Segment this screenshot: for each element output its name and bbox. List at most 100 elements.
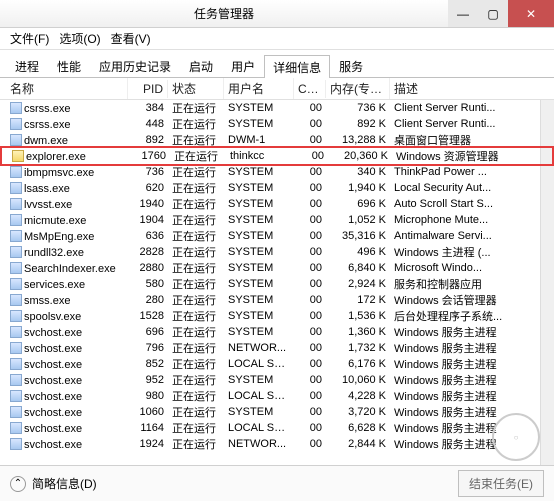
tab-3[interactable]: 启动 bbox=[180, 54, 222, 77]
cell-pid: 1164 bbox=[128, 422, 168, 434]
tab-4[interactable]: 用户 bbox=[222, 54, 264, 77]
cell-user: SYSTEM bbox=[224, 326, 294, 338]
table-row[interactable]: explorer.exe1760正在运行thinkcc0020,360 KWin… bbox=[0, 146, 554, 166]
cell-pid: 448 bbox=[128, 118, 168, 130]
table-row[interactable]: lsass.exe620正在运行SYSTEM001,940 KLocal Sec… bbox=[0, 180, 554, 196]
table-row[interactable]: svchost.exe1924正在运行NETWOR...002,844 KWin… bbox=[0, 436, 554, 452]
process-icon bbox=[10, 294, 22, 306]
table-row[interactable]: svchost.exe1164正在运行LOCAL SE...006,628 KW… bbox=[0, 420, 554, 436]
table-row[interactable]: spoolsv.exe1528正在运行SYSTEM001,536 K后台处理程序… bbox=[0, 308, 554, 324]
table-row[interactable]: svchost.exe980正在运行LOCAL SE...004,228 KWi… bbox=[0, 388, 554, 404]
table-row[interactable]: svchost.exe952正在运行SYSTEM0010,060 KWindow… bbox=[0, 372, 554, 388]
cell-user: SYSTEM bbox=[224, 198, 294, 210]
maximize-button[interactable]: ▢ bbox=[478, 0, 508, 27]
cell-desc: Client Server Runti... bbox=[390, 118, 554, 130]
table-row[interactable]: micmute.exe1904正在运行SYSTEM001,052 KMicrop… bbox=[0, 212, 554, 228]
cell-pid: 2880 bbox=[128, 262, 168, 274]
minimize-button[interactable]: — bbox=[448, 0, 478, 27]
window-title: 任务管理器 bbox=[0, 5, 448, 22]
cell-name: svchost.exe bbox=[6, 406, 128, 419]
cell-user: thinkcc bbox=[226, 150, 296, 162]
cell-name: ibmpmsvc.exe bbox=[6, 166, 128, 179]
process-icon bbox=[10, 230, 22, 242]
cell-user: SYSTEM bbox=[224, 118, 294, 130]
cell-status: 正在运行 bbox=[168, 276, 224, 292]
cell-cpu: 00 bbox=[294, 246, 326, 258]
cell-mem: 340 K bbox=[326, 166, 390, 178]
table-row[interactable]: SearchIndexer.exe2880正在运行SYSTEM006,840 K… bbox=[0, 260, 554, 276]
cell-status: 正在运行 bbox=[168, 436, 224, 452]
cell-status: 正在运行 bbox=[168, 388, 224, 404]
cell-status: 正在运行 bbox=[168, 116, 224, 132]
process-icon bbox=[10, 358, 22, 370]
table-row[interactable]: csrss.exe384正在运行SYSTEM00736 KClient Serv… bbox=[0, 100, 554, 116]
end-task-button[interactable]: 结束任务(E) bbox=[458, 470, 544, 497]
tab-0[interactable]: 进程 bbox=[6, 54, 48, 77]
process-icon bbox=[10, 246, 22, 258]
cell-desc: ThinkPad Power ... bbox=[390, 166, 554, 178]
cell-name: csrss.exe bbox=[6, 118, 128, 131]
col-name[interactable]: 名称 bbox=[6, 78, 128, 99]
process-icon bbox=[10, 278, 22, 290]
table-row[interactable]: svchost.exe696正在运行SYSTEM001,360 KWindows… bbox=[0, 324, 554, 340]
cell-user: SYSTEM bbox=[224, 182, 294, 194]
cell-pid: 384 bbox=[128, 102, 168, 114]
col-pid[interactable]: PID bbox=[128, 80, 168, 98]
table-row[interactable]: services.exe580正在运行SYSTEM002,924 K服务和控制器… bbox=[0, 276, 554, 292]
table-row[interactable]: MsMpEng.exe636正在运行SYSTEM0035,316 KAntima… bbox=[0, 228, 554, 244]
cell-cpu: 00 bbox=[294, 198, 326, 210]
table-row[interactable]: ibmpmsvc.exe736正在运行SYSTEM00340 KThinkPad… bbox=[0, 164, 554, 180]
table-row[interactable]: lvvsst.exe1940正在运行SYSTEM00696 KAuto Scro… bbox=[0, 196, 554, 212]
cell-name: rundll32.exe bbox=[6, 246, 128, 259]
table-row[interactable]: csrss.exe448正在运行SYSTEM00892 KClient Serv… bbox=[0, 116, 554, 132]
cell-pid: 280 bbox=[128, 294, 168, 306]
cell-cpu: 00 bbox=[294, 326, 326, 338]
cell-pid: 1528 bbox=[128, 310, 168, 322]
table-row[interactable]: rundll32.exe2828正在运行SYSTEM00496 KWindows… bbox=[0, 244, 554, 260]
tab-5[interactable]: 详细信息 bbox=[264, 55, 330, 78]
col-status[interactable]: 状态 bbox=[168, 78, 224, 99]
menu-file[interactable]: 文件(F) bbox=[6, 28, 53, 49]
table-row[interactable]: smss.exe280正在运行SYSTEM00172 KWindows 会话管理… bbox=[0, 292, 554, 308]
table-row[interactable]: svchost.exe1060正在运行SYSTEM003,720 KWindow… bbox=[0, 404, 554, 420]
col-user[interactable]: 用户名 bbox=[224, 78, 294, 99]
process-icon bbox=[10, 422, 22, 434]
menu-options[interactable]: 选项(O) bbox=[55, 28, 104, 49]
cell-name: svchost.exe bbox=[6, 390, 128, 403]
close-button[interactable]: ✕ bbox=[508, 0, 554, 27]
cell-cpu: 00 bbox=[294, 342, 326, 354]
simple-info-toggle[interactable]: ⌃ 简略信息(D) bbox=[10, 475, 97, 492]
cell-status: 正在运行 bbox=[168, 292, 224, 308]
watermark-icon: ○ bbox=[492, 413, 540, 461]
tab-2[interactable]: 应用历史记录 bbox=[90, 54, 180, 77]
cell-status: 正在运行 bbox=[168, 324, 224, 340]
table-row[interactable]: svchost.exe852正在运行LOCAL SE...006,176 KWi… bbox=[0, 356, 554, 372]
cell-status: 正在运行 bbox=[168, 164, 224, 180]
table-row[interactable]: svchost.exe796正在运行NETWOR...001,732 KWind… bbox=[0, 340, 554, 356]
cell-name: MsMpEng.exe bbox=[6, 230, 128, 243]
cell-mem: 13,288 K bbox=[326, 134, 390, 146]
cell-desc: Auto Scroll Start S... bbox=[390, 198, 554, 210]
cell-status: 正在运行 bbox=[168, 228, 224, 244]
cell-mem: 35,316 K bbox=[326, 230, 390, 242]
col-mem[interactable]: 内存(专用... bbox=[326, 78, 390, 99]
tab-1[interactable]: 性能 bbox=[48, 54, 90, 77]
tab-6[interactable]: 服务 bbox=[330, 54, 372, 77]
process-icon bbox=[10, 390, 22, 402]
cell-desc: Windows 服务主进程 bbox=[390, 340, 554, 356]
cell-desc: 后台处理程序子系统... bbox=[390, 308, 554, 324]
window-controls: — ▢ ✕ bbox=[448, 0, 554, 27]
cell-name: smss.exe bbox=[6, 294, 128, 307]
cell-pid: 1904 bbox=[128, 214, 168, 226]
cell-user: SYSTEM bbox=[224, 262, 294, 274]
cell-cpu: 00 bbox=[294, 262, 326, 274]
process-icon bbox=[10, 182, 22, 194]
menubar: 文件(F) 选项(O) 查看(V) bbox=[0, 28, 554, 50]
col-cpu[interactable]: CPU bbox=[294, 80, 326, 98]
menu-view[interactable]: 查看(V) bbox=[107, 28, 155, 49]
cell-mem: 1,536 K bbox=[326, 310, 390, 322]
col-desc[interactable]: 描述 bbox=[390, 78, 554, 99]
cell-user: NETWOR... bbox=[224, 438, 294, 450]
cell-user: SYSTEM bbox=[224, 294, 294, 306]
cell-name: spoolsv.exe bbox=[6, 310, 128, 323]
